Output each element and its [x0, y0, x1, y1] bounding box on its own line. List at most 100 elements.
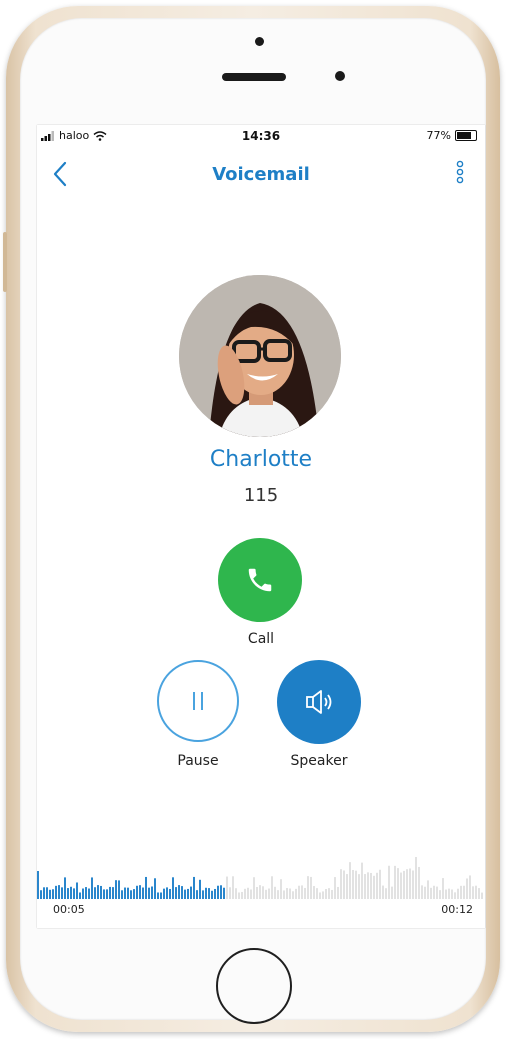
waveform-bar-remaining	[463, 885, 465, 899]
waveform-bar-remaining	[319, 892, 321, 899]
waveform-bar-played	[46, 887, 48, 899]
waveform-bar-remaining	[232, 876, 234, 899]
waveform-bar-remaining	[310, 876, 312, 899]
waveform-bar-remaining	[391, 886, 393, 899]
contact-avatar	[179, 275, 341, 437]
waveform-bar-played	[217, 885, 219, 899]
waveform-bar-remaining	[466, 878, 468, 899]
waveform-bar-remaining	[259, 885, 261, 899]
pause-icon	[193, 692, 203, 710]
waveform-bar-played	[61, 887, 63, 899]
waveform-bar-remaining	[475, 885, 477, 899]
waveform-bar-played	[208, 888, 210, 899]
waveform-bar-remaining	[448, 888, 450, 899]
waveform-bar-played	[64, 877, 66, 899]
waveform-bar-played	[118, 880, 120, 899]
waveform-bar-played	[196, 890, 198, 899]
waveform-bar-played	[103, 889, 105, 899]
waveform-bar-remaining	[427, 880, 429, 899]
waveform-bar-remaining	[355, 870, 357, 899]
waveform-bar-remaining	[271, 876, 273, 899]
waveform-bar-remaining	[316, 888, 318, 899]
waveform-bar-remaining	[415, 857, 417, 899]
waveform-bar-played	[157, 892, 159, 899]
waveform-bar-remaining	[361, 862, 363, 899]
waveform-bar-remaining	[280, 879, 282, 899]
waveform-bar-played	[97, 885, 99, 899]
waveform-bar-remaining	[451, 889, 453, 899]
waveform-bar-remaining	[478, 888, 480, 899]
waveform-bar-played	[130, 890, 132, 899]
waveform-bar-remaining	[253, 877, 255, 899]
waveform-bar-played	[112, 887, 114, 899]
waveform-bar-remaining	[340, 869, 342, 899]
waveform-bar-remaining	[289, 888, 291, 899]
waveform-bar-remaining	[298, 885, 300, 899]
waveform-bar-remaining	[334, 877, 336, 899]
waveform-bar-remaining	[412, 870, 414, 899]
pause-label: Pause	[177, 753, 219, 769]
waveform-bar-played	[151, 886, 153, 899]
pause-button[interactable]	[157, 660, 239, 742]
voicemail-waveform[interactable]	[37, 837, 485, 901]
waveform-bar-played	[43, 887, 45, 899]
waveform-bar-played	[40, 890, 42, 899]
waveform-bar-remaining	[424, 886, 426, 899]
waveform-bar-played	[214, 888, 216, 899]
waveform-bar-remaining	[295, 888, 297, 899]
waveform-bar-remaining	[388, 865, 390, 899]
waveform-bar-played	[205, 887, 207, 899]
waveform-bar-played	[223, 887, 225, 899]
waveform-bar-remaining	[235, 888, 237, 899]
waveform-bar-remaining	[430, 887, 432, 899]
waveform-bar-remaining	[265, 889, 267, 899]
waveform-bar-remaining	[469, 875, 471, 899]
call-button[interactable]	[218, 538, 302, 622]
waveform-bar-remaining	[385, 888, 387, 899]
waveform-bar-played	[193, 876, 195, 899]
waveform-bar-played	[136, 885, 138, 899]
waveform-bar-played	[178, 885, 180, 899]
waveform-bar-remaining	[313, 886, 315, 899]
waveform-bar-played	[175, 887, 177, 899]
waveform-bar-remaining	[352, 869, 354, 899]
home-button[interactable]	[216, 948, 292, 1024]
waveform-bar-remaining	[337, 886, 339, 899]
waveform-bar-played	[76, 882, 78, 899]
waveform-bar-remaining	[481, 892, 483, 899]
waveform-bar-remaining	[328, 888, 330, 899]
waveform-bar-remaining	[349, 862, 351, 899]
waveform-bar-played	[55, 885, 57, 899]
waveform-bar-played	[202, 890, 204, 899]
waveform-bar-played	[139, 885, 141, 899]
contact-number: 115	[243, 485, 279, 506]
waveform-bar-played	[82, 888, 84, 899]
waveform-bar-played	[70, 886, 72, 899]
waveform-bar-remaining	[268, 888, 270, 899]
waveform-bar-remaining	[346, 874, 348, 899]
front-camera	[335, 71, 345, 81]
waveform-bar-played	[199, 879, 201, 899]
waveform-bar-played	[67, 888, 69, 899]
status-bar: haloo 14:36 77%	[37, 125, 485, 149]
waveform-bar-played	[124, 887, 126, 899]
status-right: 77%	[427, 129, 477, 142]
waveform-bar-remaining	[370, 872, 372, 899]
waveform-bar-remaining	[439, 890, 441, 899]
waveform-bar-played	[166, 887, 168, 899]
waveform-bar-played	[142, 887, 144, 899]
speaker-button[interactable]	[277, 660, 361, 744]
waveform-bar-remaining	[244, 888, 246, 899]
waveform-bar-played	[115, 880, 117, 899]
waveform-bar-played	[181, 886, 183, 899]
waveform-bar-remaining	[262, 886, 264, 899]
waveform-bar-remaining	[343, 870, 345, 899]
waveform-bar-played	[145, 876, 147, 899]
more-vertical-icon	[456, 160, 464, 184]
waveform-bar-remaining	[457, 888, 459, 899]
waveform-bar-played	[52, 889, 54, 899]
waveform-bar-remaining	[418, 866, 420, 899]
waveform-bar-remaining	[376, 872, 378, 899]
contact-name: Charlotte	[209, 447, 313, 472]
more-options-button[interactable]	[453, 158, 467, 190]
